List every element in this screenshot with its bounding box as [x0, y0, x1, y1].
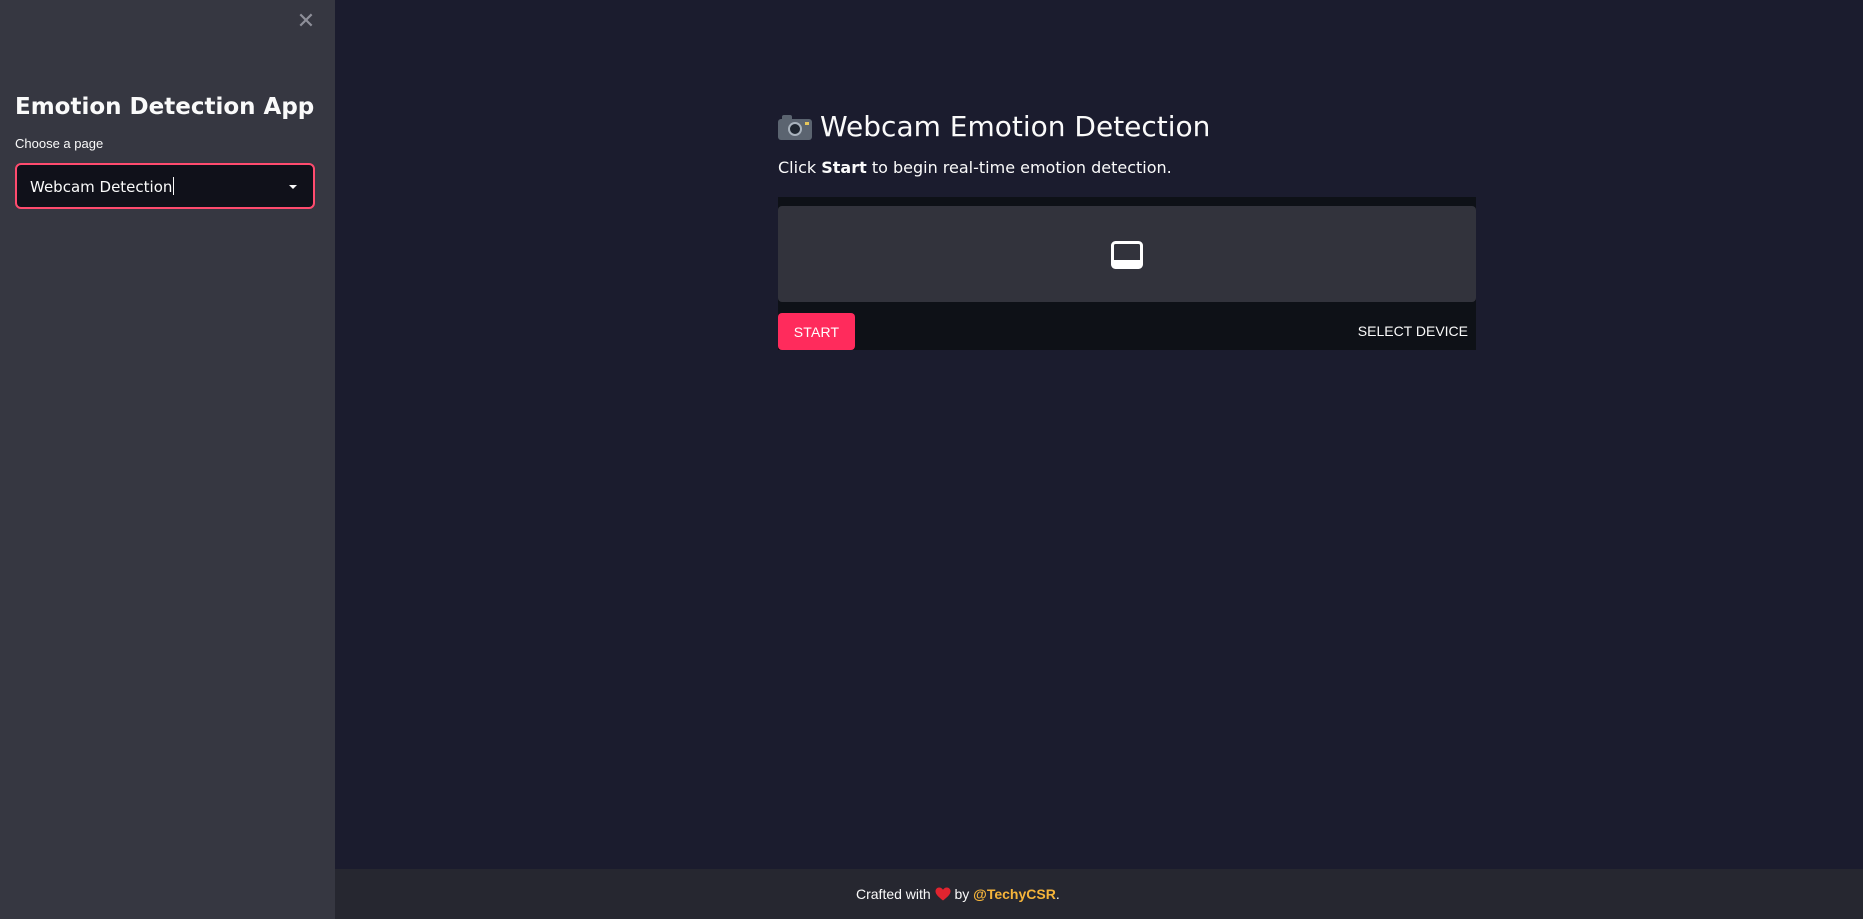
page-title: Webcam Emotion Detection: [778, 108, 1210, 146]
author-link[interactable]: @TechyCSR: [973, 886, 1056, 902]
page-select-value[interactable]: Webcam Detection: [30, 177, 175, 197]
page-description: Click Start to begin real-time emotion d…: [778, 158, 1172, 178]
footer-text: Crafted with by @TechyCSR.: [856, 869, 1060, 919]
footer: Crafted with by @TechyCSR.: [335, 869, 1863, 919]
camera-icon: [778, 114, 812, 140]
text-caret: [173, 177, 175, 195]
start-button[interactable]: Start: [778, 313, 855, 350]
footer-prefix: Crafted with: [856, 886, 935, 902]
sidebar-title: Emotion Detection App: [15, 94, 315, 120]
video-area: [778, 206, 1476, 302]
close-icon[interactable]: ✕: [296, 10, 316, 34]
desc-prefix: Click: [778, 158, 822, 177]
heart-icon: [935, 887, 951, 901]
page-select-text: Webcam Detection: [30, 178, 173, 196]
webrtc-streamer: Start Select Device: [778, 197, 1476, 350]
select-label: Choose a page: [15, 136, 104, 151]
sidebar: ✕ Emotion Detection App Choose a page We…: [0, 0, 335, 919]
desc-bold: Start: [821, 158, 867, 177]
footer-middle: by: [950, 886, 974, 902]
footer-suffix: .: [1055, 886, 1060, 902]
page-select[interactable]: Webcam Detection: [15, 163, 315, 209]
chevron-down-icon[interactable]: [289, 185, 297, 189]
desc-suffix: to begin real-time emotion detection.: [866, 158, 1172, 177]
page-title-text: Webcam Emotion Detection: [820, 110, 1211, 143]
select-device-button[interactable]: Select Device: [1358, 313, 1468, 350]
app-root: ✕ Emotion Detection App Choose a page We…: [0, 0, 1863, 919]
video-placeholder-icon: [1111, 241, 1143, 269]
